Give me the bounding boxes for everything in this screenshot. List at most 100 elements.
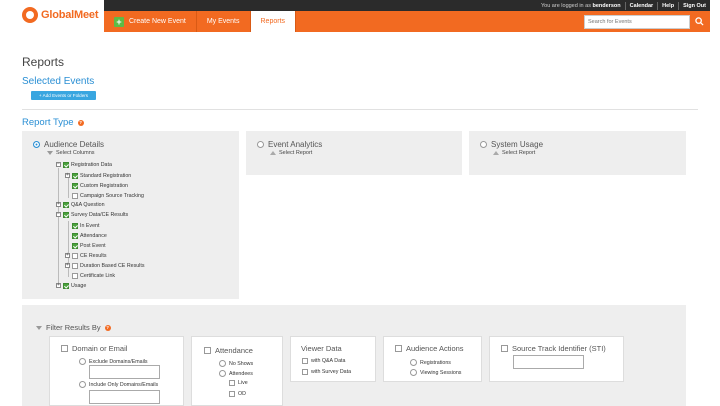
search-button[interactable] bbox=[690, 11, 708, 32]
viewing-sessions-option[interactable]: Viewing Sessions bbox=[410, 369, 461, 376]
include-domains-input[interactable] bbox=[89, 390, 160, 404]
tree-item-registration-data[interactable]: − Registration Data bbox=[56, 161, 112, 168]
caret-icon bbox=[493, 151, 499, 155]
no-shows-radio[interactable] bbox=[219, 360, 226, 367]
with-survey-data-option[interactable]: with Survey Data bbox=[302, 369, 351, 375]
exclude-domains-option[interactable]: Exclude Domains/Emails bbox=[79, 358, 148, 365]
filter-results-toggle[interactable]: Filter Results By ? bbox=[36, 323, 111, 332]
checkbox-live[interactable] bbox=[229, 380, 235, 386]
checkbox-with-qa-data[interactable] bbox=[302, 358, 308, 364]
caret-down-icon bbox=[36, 325, 42, 330]
checkbox-usage[interactable] bbox=[63, 282, 69, 289]
system-usage-radio[interactable] bbox=[480, 141, 487, 148]
select-columns-toggle[interactable]: Select Columns bbox=[47, 150, 95, 156]
globalmeet-logo[interactable]: GlobalMeet bbox=[22, 7, 98, 23]
expand-icon[interactable]: + bbox=[56, 202, 61, 207]
system-usage-option[interactable]: System Usage bbox=[480, 140, 543, 149]
include-domains-option[interactable]: Include Only Domains/Emails bbox=[79, 381, 158, 388]
nav-create-new-event[interactable]: + Create New Event bbox=[104, 11, 197, 32]
add-events-button[interactable]: + Add Events or Folders bbox=[31, 91, 96, 100]
tree-item-qa-question[interactable]: + Q&A Question bbox=[56, 201, 105, 208]
checkbox-qa-question[interactable] bbox=[63, 201, 69, 208]
calendar-link[interactable]: Calendar bbox=[630, 3, 654, 9]
checkbox-post-event[interactable] bbox=[72, 242, 78, 249]
domain-email-option[interactable]: Domain or Email bbox=[61, 344, 127, 353]
collapse-icon[interactable]: − bbox=[56, 162, 61, 167]
search-input[interactable] bbox=[584, 14, 690, 29]
checkbox-custom-registration[interactable] bbox=[72, 182, 78, 189]
expand-icon[interactable]: + bbox=[56, 283, 61, 288]
report-type-title: Report Type ? bbox=[22, 117, 84, 128]
checkbox-certificate-link[interactable] bbox=[72, 272, 78, 279]
no-shows-option[interactable]: No Shows bbox=[219, 360, 253, 367]
checkbox-duration-ce-results[interactable] bbox=[72, 262, 78, 269]
tree-item-survey-data[interactable]: − Survey Data/CE Results bbox=[56, 211, 128, 218]
logged-in-text: You are logged in as bbox=[541, 2, 591, 9]
checkbox-ce-results[interactable] bbox=[72, 252, 78, 259]
checkbox-registration-data[interactable] bbox=[63, 161, 69, 168]
help-link[interactable]: Help bbox=[662, 3, 674, 9]
tree-item-duration-ce-results[interactable]: + Duration Based CE Results bbox=[65, 262, 144, 269]
attendees-radio[interactable] bbox=[219, 370, 226, 377]
checkbox-campaign-source-tracking[interactable] bbox=[72, 192, 78, 199]
help-icon[interactable]: ? bbox=[77, 119, 84, 126]
search-icon bbox=[694, 17, 704, 26]
attendees-option[interactable]: Attendees bbox=[219, 370, 253, 377]
plus-icon: + bbox=[114, 16, 124, 27]
audience-details-radio[interactable] bbox=[33, 141, 40, 148]
audience-details-option[interactable]: Audience Details bbox=[33, 140, 104, 149]
tree-item-attendance[interactable]: Attendance bbox=[72, 232, 107, 239]
expand-icon[interactable]: + bbox=[65, 253, 70, 258]
with-qa-data-option[interactable]: with Q&A Data bbox=[302, 358, 345, 364]
tree-item-campaign-source-tracking[interactable]: Campaign Source Tracking bbox=[72, 192, 144, 199]
tree-item-standard-registration[interactable]: + Standard Registration bbox=[65, 172, 131, 179]
viewer-data-title: Viewer Data bbox=[301, 344, 342, 353]
tree-item-usage[interactable]: + Usage bbox=[56, 282, 86, 289]
tree-item-ce-results[interactable]: + CE Results bbox=[65, 252, 107, 259]
checkbox-audience-actions[interactable] bbox=[395, 345, 402, 352]
registrations-option[interactable]: Registrations bbox=[410, 359, 451, 366]
live-option[interactable]: Live bbox=[229, 380, 248, 386]
exclude-domains-input[interactable] bbox=[89, 365, 160, 379]
checkbox-standard-registration[interactable] bbox=[72, 172, 78, 179]
sti-input[interactable] bbox=[513, 355, 584, 369]
checkbox-with-survey-data[interactable] bbox=[302, 369, 308, 375]
tree-item-post-event[interactable]: Post Event bbox=[72, 242, 106, 249]
expand-icon[interactable]: + bbox=[65, 173, 70, 178]
viewing-sessions-radio[interactable] bbox=[410, 369, 417, 376]
checkbox-domain-email[interactable] bbox=[61, 345, 68, 352]
tree-item-certificate-link[interactable]: Certificate Link bbox=[72, 272, 115, 279]
audience-details-panel bbox=[22, 131, 239, 299]
collapse-icon[interactable]: − bbox=[56, 212, 61, 217]
user-bar: You are logged in as benderson Calendar … bbox=[104, 0, 710, 11]
search-area bbox=[584, 11, 710, 32]
username: benderson bbox=[592, 2, 621, 9]
registrations-radio[interactable] bbox=[410, 359, 417, 366]
od-option[interactable]: OD bbox=[229, 391, 246, 397]
event-analytics-option[interactable]: Event Analytics bbox=[257, 140, 322, 149]
checkbox-attendance-filter[interactable] bbox=[204, 347, 211, 354]
nav-my-events[interactable]: My Events bbox=[197, 11, 251, 32]
expand-icon[interactable]: + bbox=[65, 263, 70, 268]
event-analytics-select-report[interactable]: Select Report bbox=[270, 150, 312, 156]
help-icon[interactable]: ? bbox=[104, 324, 111, 331]
checkbox-od[interactable] bbox=[229, 391, 235, 397]
checkbox-in-event[interactable] bbox=[72, 222, 78, 229]
exclude-domains-radio[interactable] bbox=[79, 358, 86, 365]
caret-icon bbox=[270, 151, 276, 155]
sign-out-link[interactable]: Sign Out bbox=[683, 3, 706, 9]
checkbox-attendance[interactable] bbox=[72, 232, 78, 239]
checkbox-survey-data[interactable] bbox=[63, 211, 69, 218]
nav-reports[interactable]: Reports bbox=[250, 11, 297, 32]
tree-item-in-event[interactable]: In Event bbox=[72, 222, 99, 229]
tree-item-custom-registration[interactable]: Custom Registration bbox=[72, 182, 128, 189]
logo-text: GlobalMeet bbox=[41, 9, 99, 21]
system-usage-select-report[interactable]: Select Report bbox=[493, 150, 535, 156]
sti-option[interactable]: Source Track Identifier (STI) bbox=[501, 344, 606, 353]
checkbox-sti[interactable] bbox=[501, 345, 508, 352]
include-domains-radio[interactable] bbox=[79, 381, 86, 388]
audience-actions-option[interactable]: Audience Actions bbox=[395, 344, 464, 353]
attendance-option[interactable]: Attendance bbox=[204, 346, 253, 355]
logo-mark-icon bbox=[22, 7, 38, 23]
event-analytics-radio[interactable] bbox=[257, 141, 264, 148]
